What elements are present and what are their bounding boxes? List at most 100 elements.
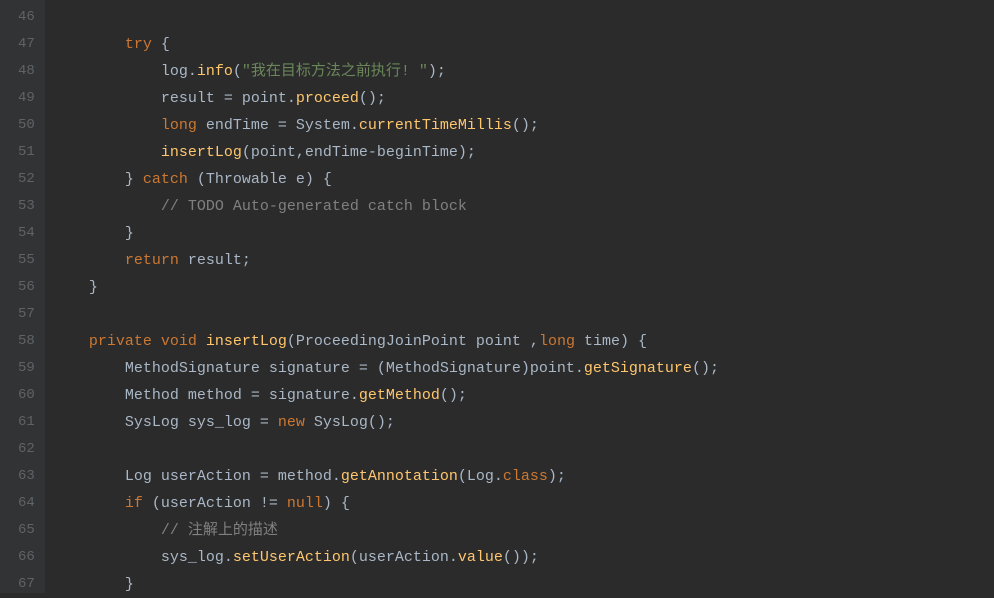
code-token: long xyxy=(539,333,575,350)
line-number: 65 xyxy=(18,517,35,544)
code-token: insertLog xyxy=(161,144,242,161)
line-number: 52 xyxy=(18,166,35,193)
code-token: } xyxy=(53,279,98,296)
code-token: result = point. xyxy=(53,90,296,107)
code-token: (point,endTime-beginTime); xyxy=(242,144,476,161)
code-token: endTime = System. xyxy=(197,117,359,134)
line-number-gutter: 4647484950515253545556575859606162636465… xyxy=(0,0,45,593)
code-token xyxy=(53,522,161,539)
code-line[interactable]: SysLog sys_log = new SysLog(); xyxy=(53,409,994,436)
line-number: 61 xyxy=(18,409,35,436)
line-number: 48 xyxy=(18,58,35,85)
code-token: (); xyxy=(512,117,539,134)
code-line[interactable]: long endTime = System.currentTimeMillis(… xyxy=(53,112,994,139)
code-line[interactable] xyxy=(53,301,994,328)
code-line[interactable] xyxy=(53,436,994,463)
code-token: Log userAction = method. xyxy=(53,468,341,485)
line-number: 63 xyxy=(18,463,35,490)
code-token: } xyxy=(53,225,134,242)
code-token: return xyxy=(125,252,179,269)
code-line[interactable]: } xyxy=(53,220,994,247)
code-line[interactable] xyxy=(53,4,994,31)
code-line[interactable]: Method method = signature.getMethod(); xyxy=(53,382,994,409)
code-token: class xyxy=(503,468,548,485)
code-line[interactable]: // 注解上的描述 xyxy=(53,517,994,544)
code-token: new xyxy=(278,414,305,431)
code-token xyxy=(53,495,125,512)
code-token: if xyxy=(125,495,143,512)
code-token: time) { xyxy=(575,333,647,350)
code-line[interactable]: MethodSignature signature = (MethodSigna… xyxy=(53,355,994,382)
line-number: 62 xyxy=(18,436,35,463)
code-token xyxy=(53,117,161,134)
code-line[interactable]: Log userAction = method.getAnnotation(Lo… xyxy=(53,463,994,490)
code-token: } xyxy=(53,576,134,593)
code-token: currentTimeMillis xyxy=(359,117,512,134)
code-token: insertLog xyxy=(206,333,287,350)
code-token: value xyxy=(458,549,503,566)
code-token: sys_log. xyxy=(53,549,233,566)
line-number: 56 xyxy=(18,274,35,301)
code-token: try xyxy=(125,36,152,53)
code-line[interactable]: sys_log.setUserAction(userAction.value()… xyxy=(53,544,994,571)
code-token: (); xyxy=(440,387,467,404)
code-token: // xyxy=(161,198,188,215)
code-line[interactable]: insertLog(point,endTime-beginTime); xyxy=(53,139,994,166)
line-number: 51 xyxy=(18,139,35,166)
code-token: (ProceedingJoinPoint point , xyxy=(287,333,539,350)
line-number: 64 xyxy=(18,490,35,517)
code-token: setUserAction xyxy=(233,549,350,566)
code-token xyxy=(197,333,206,350)
code-token: getAnnotation xyxy=(341,468,458,485)
code-token: proceed xyxy=(296,90,359,107)
code-line[interactable]: } xyxy=(53,571,994,598)
code-token: "我在目标方法之前执行! " xyxy=(242,63,428,80)
code-token: result; xyxy=(179,252,251,269)
line-number: 49 xyxy=(18,85,35,112)
code-token: // 注解上的描述 xyxy=(161,522,278,539)
code-token xyxy=(53,36,125,53)
line-number: 46 xyxy=(18,4,35,31)
code-token: (); xyxy=(359,90,386,107)
code-token: MethodSignature signature = (MethodSigna… xyxy=(53,360,584,377)
code-line[interactable]: } catch (Throwable e) { xyxy=(53,166,994,193)
code-token: ( xyxy=(233,63,242,80)
line-number: 53 xyxy=(18,193,35,220)
code-token: SysLog sys_log = xyxy=(53,414,278,431)
line-number: 55 xyxy=(18,247,35,274)
code-token: { xyxy=(152,36,170,53)
code-line[interactable]: return result; xyxy=(53,247,994,274)
code-token: Method method = signature. xyxy=(53,387,359,404)
code-line[interactable]: } xyxy=(53,274,994,301)
code-token: SysLog(); xyxy=(305,414,395,431)
line-number: 54 xyxy=(18,220,35,247)
code-token: ()); xyxy=(503,549,539,566)
code-token: null xyxy=(287,495,323,512)
code-token xyxy=(53,198,161,215)
line-number: 47 xyxy=(18,31,35,58)
code-token: ); xyxy=(428,63,446,80)
code-token: ); xyxy=(548,468,566,485)
line-number: 66 xyxy=(18,544,35,571)
code-token: (Log. xyxy=(458,468,503,485)
code-content[interactable]: try { log.info("我在目标方法之前执行! "); result =… xyxy=(45,0,994,593)
code-token: Auto-generated catch block xyxy=(224,198,467,215)
code-line[interactable]: log.info("我在目标方法之前执行! "); xyxy=(53,58,994,85)
code-token: private void xyxy=(89,333,197,350)
code-line[interactable]: if (userAction != null) { xyxy=(53,490,994,517)
code-token: (userAction != xyxy=(143,495,287,512)
code-token: getSignature xyxy=(584,360,692,377)
code-token: (Throwable e) { xyxy=(188,171,332,188)
code-token: long xyxy=(161,117,197,134)
code-token: (userAction. xyxy=(350,549,458,566)
code-token: } xyxy=(53,171,143,188)
code-editor[interactable]: 4647484950515253545556575859606162636465… xyxy=(0,0,994,593)
code-line[interactable]: private void insertLog(ProceedingJoinPoi… xyxy=(53,328,994,355)
code-token xyxy=(53,333,89,350)
line-number: 57 xyxy=(18,301,35,328)
code-line[interactable]: result = point.proceed(); xyxy=(53,85,994,112)
code-line[interactable]: try { xyxy=(53,31,994,58)
line-number: 60 xyxy=(18,382,35,409)
code-line[interactable]: // TODO Auto-generated catch block xyxy=(53,193,994,220)
code-token: log. xyxy=(53,63,197,80)
